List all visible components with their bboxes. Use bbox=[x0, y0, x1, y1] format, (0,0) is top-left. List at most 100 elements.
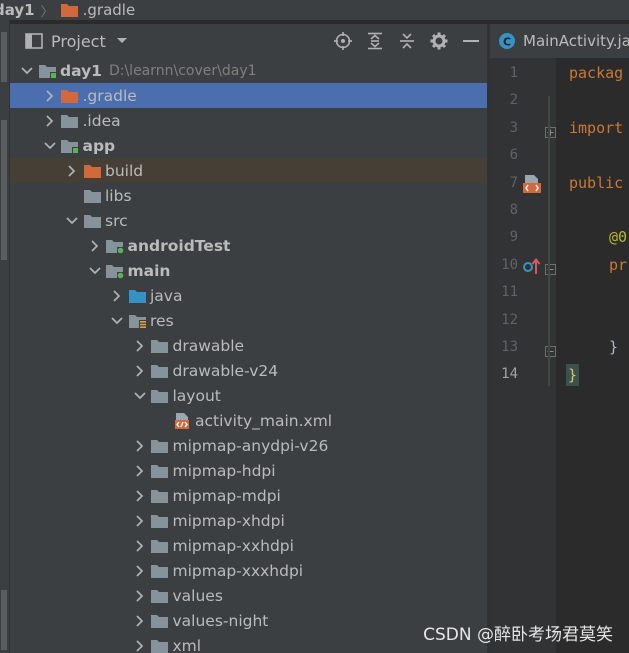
tree-item-label: app bbox=[82, 136, 116, 155]
editor-gutter: 1 2 3 6 7 8 9 10 11 12 13 14 bbox=[490, 58, 556, 653]
project-tool-tab[interactable] bbox=[1, 32, 7, 82]
chevron-right-icon[interactable] bbox=[132, 558, 148, 583]
folder-icon bbox=[150, 583, 170, 608]
tree-item-label: mipmap-anydpi-v26 bbox=[172, 436, 329, 455]
chevron-right-icon[interactable] bbox=[132, 633, 148, 653]
tree-item-drawable[interactable]: drawable bbox=[10, 333, 487, 358]
tree-item-app[interactable]: app bbox=[10, 133, 487, 158]
chevron-right-icon[interactable] bbox=[42, 83, 58, 108]
fold-marker-icon[interactable] bbox=[545, 342, 556, 361]
tree-item-mipmap-anydpi-v26[interactable]: mipmap-anydpi-v26 bbox=[10, 433, 487, 458]
folder-icon bbox=[82, 158, 102, 183]
tree-item-label: res bbox=[150, 311, 174, 330]
module-folder-icon bbox=[37, 58, 57, 83]
folder-icon bbox=[150, 533, 170, 558]
code-line: } bbox=[566, 364, 580, 387]
tree-item-day1[interactable]: day1 D:\learnn\cover\day1 bbox=[10, 58, 487, 83]
tree-item-drawable-v24[interactable]: drawable-v24 bbox=[10, 358, 487, 383]
code-line: public bbox=[569, 173, 624, 192]
tree-item-java[interactable]: java bbox=[10, 283, 487, 308]
structure-tool-tab[interactable] bbox=[1, 590, 7, 650]
breadcrumb-label: day1 bbox=[0, 1, 35, 19]
editor-tab-mainactivity[interactable]: C MainActivity.ja bbox=[498, 24, 629, 58]
chevron-right-icon[interactable] bbox=[42, 108, 58, 133]
tree-item-label: java bbox=[150, 286, 183, 305]
code-editor[interactable]: packag import public @0 pr}} bbox=[556, 58, 629, 653]
line-number: 11 bbox=[501, 284, 518, 301]
tree-item-activity-main-xml[interactable]: activity_main.xml bbox=[10, 408, 487, 433]
editor-tab-label: MainActivity.ja bbox=[523, 32, 629, 50]
tree-item-xml[interactable]: xml bbox=[10, 633, 487, 653]
tree-item-label: .gradle bbox=[82, 86, 137, 105]
tree-item-mipmap-mdpi[interactable]: mipmap-mdpi bbox=[10, 483, 487, 508]
line-number: 12 bbox=[501, 311, 518, 328]
chevron-down-icon[interactable] bbox=[116, 37, 128, 45]
chevron-right-icon[interactable] bbox=[132, 458, 148, 483]
module-folder-icon bbox=[60, 133, 80, 158]
tree-item-build[interactable]: build bbox=[10, 158, 487, 183]
tree-item-label: .idea bbox=[82, 111, 121, 130]
breadcrumb-label: .gradle bbox=[82, 1, 136, 19]
resource-manager-tool-tab[interactable] bbox=[1, 120, 7, 260]
folder-icon bbox=[127, 308, 147, 333]
project-view-title[interactable]: Project bbox=[51, 32, 106, 51]
tree-item-mipmap-xxxhdpi[interactable]: mipmap-xxxhdpi bbox=[10, 558, 487, 583]
folder-icon bbox=[150, 633, 170, 653]
chevron-right-icon[interactable] bbox=[132, 508, 148, 533]
tree-item-label: drawable-v24 bbox=[172, 361, 279, 380]
tree-item-src[interactable]: src bbox=[10, 208, 487, 233]
chevron-down-icon[interactable] bbox=[87, 258, 103, 283]
locate-icon[interactable] bbox=[327, 24, 359, 58]
line-number: 3 bbox=[509, 119, 518, 136]
tree-item-idea[interactable]: .idea bbox=[10, 108, 487, 133]
chevron-down-icon[interactable] bbox=[42, 133, 58, 158]
tree-item-values-night[interactable]: values-night bbox=[10, 608, 487, 633]
tree-item-layout[interactable]: layout bbox=[10, 383, 487, 408]
tree-item-label: layout bbox=[172, 386, 221, 405]
code-line: import bbox=[569, 118, 624, 137]
minimize-icon[interactable] bbox=[455, 24, 487, 58]
folder-icon bbox=[82, 183, 102, 208]
override-icon[interactable] bbox=[522, 256, 542, 280]
folder-icon bbox=[150, 508, 170, 533]
tree-item-androidtest[interactable]: androidTest bbox=[10, 233, 487, 258]
chevron-right-icon[interactable] bbox=[132, 583, 148, 608]
tree-item-mipmap-xxhdpi[interactable]: mipmap-xxhdpi bbox=[10, 533, 487, 558]
line-number: 7 bbox=[509, 174, 518, 191]
tree-item-label: activity_main.xml bbox=[195, 411, 333, 430]
breadcrumb-item-day1[interactable]: day1 bbox=[0, 1, 35, 19]
line-number: 6 bbox=[509, 147, 518, 164]
tree-item-main[interactable]: main bbox=[10, 258, 487, 283]
tree-item-values[interactable]: values bbox=[10, 583, 487, 608]
chevron-right-icon[interactable] bbox=[132, 433, 148, 458]
chevron-right-icon[interactable] bbox=[87, 233, 103, 258]
chevron-down-icon[interactable] bbox=[64, 208, 80, 233]
chevron-right-icon[interactable] bbox=[132, 483, 148, 508]
chevron-down-icon[interactable] bbox=[19, 58, 35, 83]
line-number: 13 bbox=[501, 339, 518, 355]
chevron-right-icon[interactable] bbox=[132, 333, 148, 358]
chevron-right-icon[interactable] bbox=[109, 283, 125, 308]
line-number: 10 bbox=[501, 256, 518, 273]
collapse-all-icon[interactable] bbox=[391, 24, 423, 58]
fold-marker-icon[interactable] bbox=[545, 260, 556, 279]
tree-item-path: D:\learnn\cover\day1 bbox=[108, 62, 257, 79]
settings-icon[interactable] bbox=[423, 24, 455, 58]
tree-item-libs[interactable]: libs bbox=[10, 183, 487, 208]
layout-icon[interactable] bbox=[522, 174, 542, 198]
chevron-down-icon[interactable] bbox=[109, 308, 125, 333]
chevron-right-icon[interactable] bbox=[64, 158, 80, 183]
expand-all-icon[interactable] bbox=[359, 24, 391, 58]
chevron-right-icon[interactable] bbox=[132, 358, 148, 383]
tree-item-res[interactable]: res bbox=[10, 308, 487, 333]
breadcrumb-item-gradle[interactable]: .gradle bbox=[60, 1, 136, 19]
tree-item-gradle[interactable]: .gradle bbox=[10, 83, 487, 108]
tree-item-label: mipmap-xxxhdpi bbox=[172, 561, 304, 580]
chevron-right-icon[interactable] bbox=[132, 533, 148, 558]
tree-item-mipmap-xhdpi[interactable]: mipmap-xhdpi bbox=[10, 508, 487, 533]
fold-marker-icon[interactable] bbox=[545, 123, 556, 142]
tree-item-mipmap-hdpi[interactable]: mipmap-hdpi bbox=[10, 458, 487, 483]
chevron-right-icon[interactable] bbox=[132, 608, 148, 633]
chevron-down-icon[interactable] bbox=[132, 383, 148, 408]
